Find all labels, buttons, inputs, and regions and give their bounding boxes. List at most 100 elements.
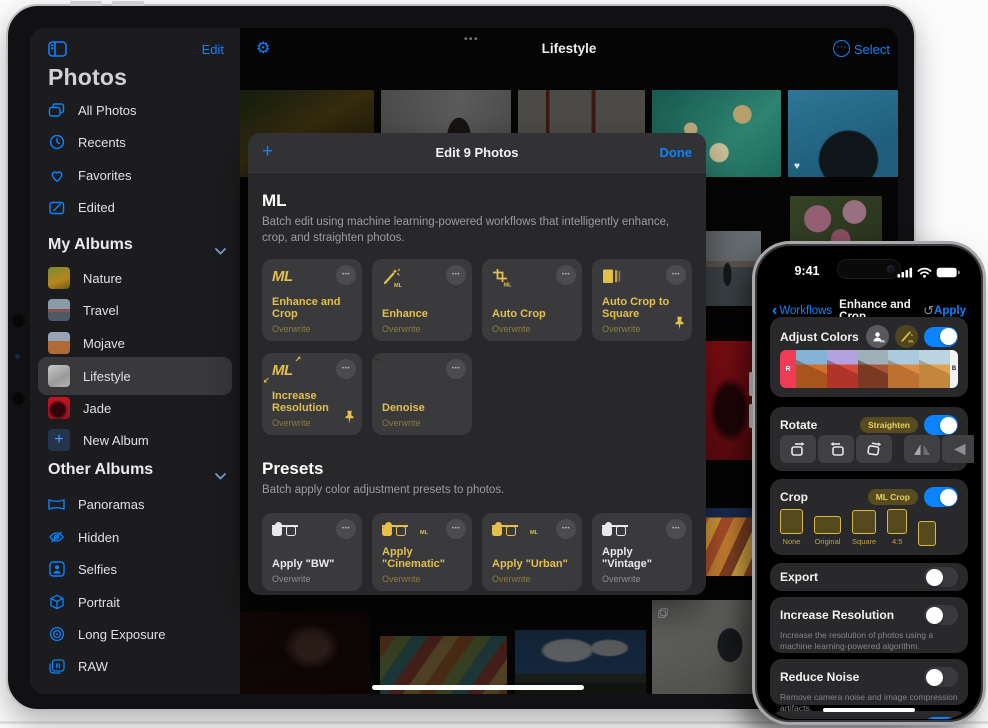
card-options-button[interactable]: ••• [666,519,686,539]
crop-ratio-partial[interactable] [918,521,937,546]
filter-thumbnail[interactable] [796,350,827,388]
preset-card-cinematic[interactable]: ML ••• Apply "Cinematic" Overwrite [372,513,472,591]
ipad-volume-down-button[interactable] [112,1,144,6]
sidebar-edit-button[interactable]: Edit [202,42,224,57]
crop-toggle[interactable] [924,487,958,507]
preset-card-vintage[interactable]: ••• Apply "Vintage" Overwrite [592,513,692,591]
increase-resolution-toggle[interactable] [924,605,958,625]
card-options-button[interactable]: ••• [556,265,576,285]
plus-icon: + [48,429,70,451]
workflow-card-auto-crop-to-square[interactable]: ••• Auto Crop to Square Overwrite [592,259,692,341]
sidebar-item-portrait[interactable]: Portrait [48,590,120,614]
select-button[interactable]: Select [854,42,890,57]
ml-arrows-icon: ML ↗ ↙ [263,355,301,385]
sidebar-item-recents[interactable]: Recents [48,130,126,154]
card-options-button[interactable]: ••• [446,519,466,539]
sidebar-item-all-photos[interactable]: All Photos [48,98,137,122]
ml-section-title: ML [262,191,287,210]
strip-white-tab[interactable]: B [949,350,958,388]
svg-text:R: R [55,663,60,670]
iphone-volume-down-button[interactable] [749,404,753,428]
back-button[interactable]: ‹ Workflows [772,303,832,319]
card-options-button[interactable]: ••• [336,265,356,285]
sidebar-new-album-button[interactable]: + New Album [48,428,149,452]
photo-rainbow-mountains[interactable] [698,508,754,576]
crop-ratio-none[interactable]: None [780,509,803,546]
preserve-edits-toggle[interactable] [924,717,958,719]
card-options-button[interactable]: ••• [666,265,686,285]
ipad-home-indicator[interactable] [372,685,584,690]
sidebar-item-raw[interactable]: R RAW [48,654,108,678]
ipad-camera-2 [12,392,25,405]
iphone-volume-up-button[interactable] [749,372,753,396]
flip-vertical-button[interactable] [942,435,974,463]
my-albums-header: My Albums [48,236,133,253]
rotate-right-button[interactable] [780,435,816,463]
crop-ratio-original[interactable]: Original [814,516,841,546]
sidebar-album-nature[interactable]: Nature [48,266,122,290]
ipad-camera [12,314,25,327]
pin-icon [674,316,685,335]
other-albums-header: Other Albums [48,461,154,478]
photo-woman-portrait[interactable] [240,612,370,694]
strip-red-tab[interactable]: R [780,350,796,388]
sidebar-album-mojave[interactable]: Mojave [48,331,125,355]
sidebar-item-long-exposure[interactable]: Long Exposure [48,622,165,646]
filter-thumbnail[interactable] [826,350,858,388]
rotate-toggle[interactable] [924,415,958,435]
rotate-left-button[interactable] [818,435,854,463]
reduce-noise-toggle[interactable] [924,667,958,687]
increase-resolution-label: Increase Resolution [780,608,895,622]
sidebar-item-edited[interactable]: Edited [48,195,115,219]
ml-crop-badge[interactable]: ML Crop [867,489,918,505]
flip-horizontal-button[interactable] [904,435,940,463]
apply-button[interactable]: Apply [934,305,966,317]
filter-thumbnail[interactable] [857,350,889,388]
front-camera-icon [887,265,895,273]
crop-ratio-square[interactable]: Square [852,510,876,546]
card-options-button[interactable]: ••• [336,359,356,379]
card-options-button[interactable]: ••• [336,519,356,539]
sidebar-item-panoramas[interactable]: Panoramas [48,492,144,516]
rotate-free-button[interactable] [856,435,892,463]
workflow-card-enhance-and-crop[interactable]: ML ••• Enhance and Crop Overwrite [262,259,362,341]
workflow-card-auto-crop[interactable]: ML ••• Auto Crop Overwrite [482,259,582,341]
filter-thumbnail[interactable] [888,350,920,388]
iphone-device: 9:41 ‹Workflows Enhance and Crop ↺ Apply… [749,241,986,725]
iphone-home-indicator[interactable] [823,708,915,712]
preset-card-bw[interactable]: ••• Apply "BW" Overwrite [262,513,362,591]
preset-card-urban[interactable]: ML ••• Apply "Urban" Overwrite [482,513,582,591]
card-options-button[interactable]: ••• [556,519,576,539]
ipad-volume-up-button[interactable] [70,1,102,6]
sidebar-toggle-icon[interactable] [48,41,67,62]
raw-icon: R [48,658,65,674]
sidebar-album-travel[interactable]: Travel [48,298,119,322]
straighten-badge[interactable]: Straighten [859,417,918,433]
workflow-card-denoise[interactable]: ML ••• Denoise Overwrite [372,353,472,435]
card-options-button[interactable]: ••• [446,265,466,285]
sidebar-item-hidden[interactable]: Hidden [48,525,119,549]
done-button[interactable]: Done [660,145,693,160]
modal-header: + Edit 9 Photos Done [248,133,706,173]
workflow-card-increase-resolution[interactable]: ML ↗ ↙ ••• Increase Resolution Overwrite [262,353,362,435]
sidebar-album-jade[interactable]: Jade [48,396,111,420]
face-aware-button[interactable]: ML [866,325,889,348]
crop-ratio-4-5[interactable]: 4:5 [887,509,908,546]
batch-edit-modal: + Edit 9 Photos Done ML Batch edit using… [248,133,706,595]
auto-enhance-button[interactable]: ML [895,325,918,348]
status-icons [897,265,960,283]
card-options-button[interactable]: ••• [446,359,466,379]
workflow-card-enhance[interactable]: ML ••• Enhance Overwrite [372,259,472,341]
adjust-colors-toggle[interactable] [924,326,958,347]
sidebar-item-favorites[interactable]: Favorites [48,163,131,187]
more-circle-icon[interactable]: ⋯ [833,40,850,57]
crop-label: Crop [780,490,808,504]
export-toggle[interactable] [924,567,958,587]
photo-blue-portrait[interactable]: ♥ [788,90,898,177]
chevron-down-icon[interactable] [215,242,226,260]
filter-thumbnail[interactable] [919,350,950,388]
reduce-noise-label: Reduce Noise [780,670,860,684]
sidebar-item-selfies[interactable]: Selfies [48,557,117,581]
sidebar-album-lifestyle[interactable]: Lifestyle [48,364,131,388]
chevron-down-icon[interactable] [215,467,226,485]
